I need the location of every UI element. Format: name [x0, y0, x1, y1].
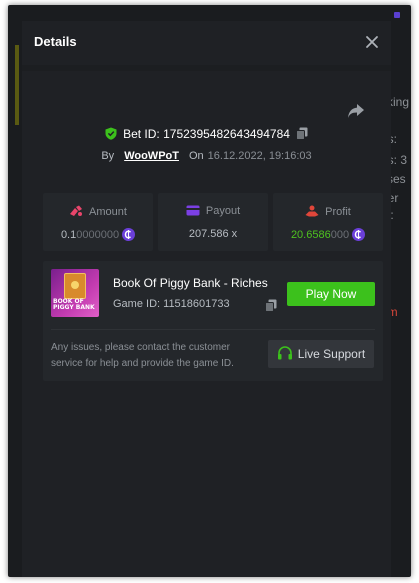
profit-label: Profit — [325, 206, 351, 218]
game-id: Game ID: 11518601733 — [113, 298, 230, 310]
game-id-label: Game ID: — [113, 298, 161, 310]
profit-card: Profit 20.6586000 — [273, 193, 383, 251]
payout-label: Payout — [205, 205, 241, 217]
modal-title: Details — [34, 34, 77, 49]
play-now-button[interactable]: Play Now — [287, 282, 375, 306]
amount-value: 0.10000000 — [43, 228, 153, 244]
profit-icon — [305, 205, 319, 217]
close-icon[interactable] — [365, 35, 379, 49]
share-icon[interactable] — [347, 103, 365, 119]
card-divider — [51, 329, 375, 330]
game-name: Book Of Piggy Bank - Riches — [113, 276, 268, 290]
bet-id-row: Bet ID: 1752395482643494784 — [22, 127, 391, 143]
payout-value: 207.586 x — [188, 228, 238, 240]
live-support-label: Live Support — [297, 347, 366, 361]
support-note: Any issues, please contact the customer … — [51, 342, 234, 369]
payout-card: Payout 207.586 x — [158, 193, 268, 251]
bet-details-modal: Details Bet ID: 1752395482643494784 By Wo… — [22, 21, 391, 577]
game-thumbnail[interactable]: BOOK OF PIGGY BANK — [51, 269, 99, 317]
bet-datetime: 16.12.2022, 19:16:03 — [207, 150, 312, 162]
by-label: By — [101, 150, 115, 162]
app-screen: cking ns: ns: 3 sses ger fit: am Details… — [8, 5, 411, 577]
amount-value-dim: 0000000 — [76, 229, 120, 241]
live-support-button[interactable]: Live Support — [268, 340, 374, 368]
game-id-value: 11518601733 — [163, 298, 230, 310]
payout-icon — [186, 205, 200, 216]
verified-shield-icon — [105, 127, 117, 143]
background-stripe — [15, 45, 19, 125]
coin-icon — [352, 228, 366, 244]
bet-author-row: By WooWPoT On 16.12.2022, 19:16:03 — [22, 150, 391, 162]
on-label: On — [188, 150, 204, 162]
copy-icon[interactable] — [265, 299, 277, 317]
profit-value-dim: 000 — [330, 229, 350, 241]
profit-value: 20.6586000 — [273, 228, 383, 244]
amount-icon — [70, 205, 83, 216]
coin-icon — [122, 228, 136, 244]
amount-label: Amount — [89, 206, 127, 218]
bet-id-label: Bet ID: — [123, 127, 160, 141]
background-indicator — [394, 12, 400, 18]
game-thumbnail-caption: BOOK OF PIGGY BANK — [53, 298, 95, 311]
amount-value-main: 0.1 — [60, 229, 77, 241]
headset-icon — [277, 346, 292, 360]
amount-card: Amount 0.10000000 — [43, 193, 153, 251]
bet-id-value: 1752395482643494784 — [163, 127, 290, 141]
game-card: BOOK OF PIGGY BANK Book Of Piggy Bank - … — [43, 261, 383, 381]
copy-icon[interactable] — [295, 127, 308, 143]
book-icon — [64, 273, 86, 299]
profit-value-main: 20.6586 — [290, 229, 331, 241]
username-link[interactable]: WooWPoT — [124, 150, 179, 162]
header-divider — [22, 65, 391, 71]
